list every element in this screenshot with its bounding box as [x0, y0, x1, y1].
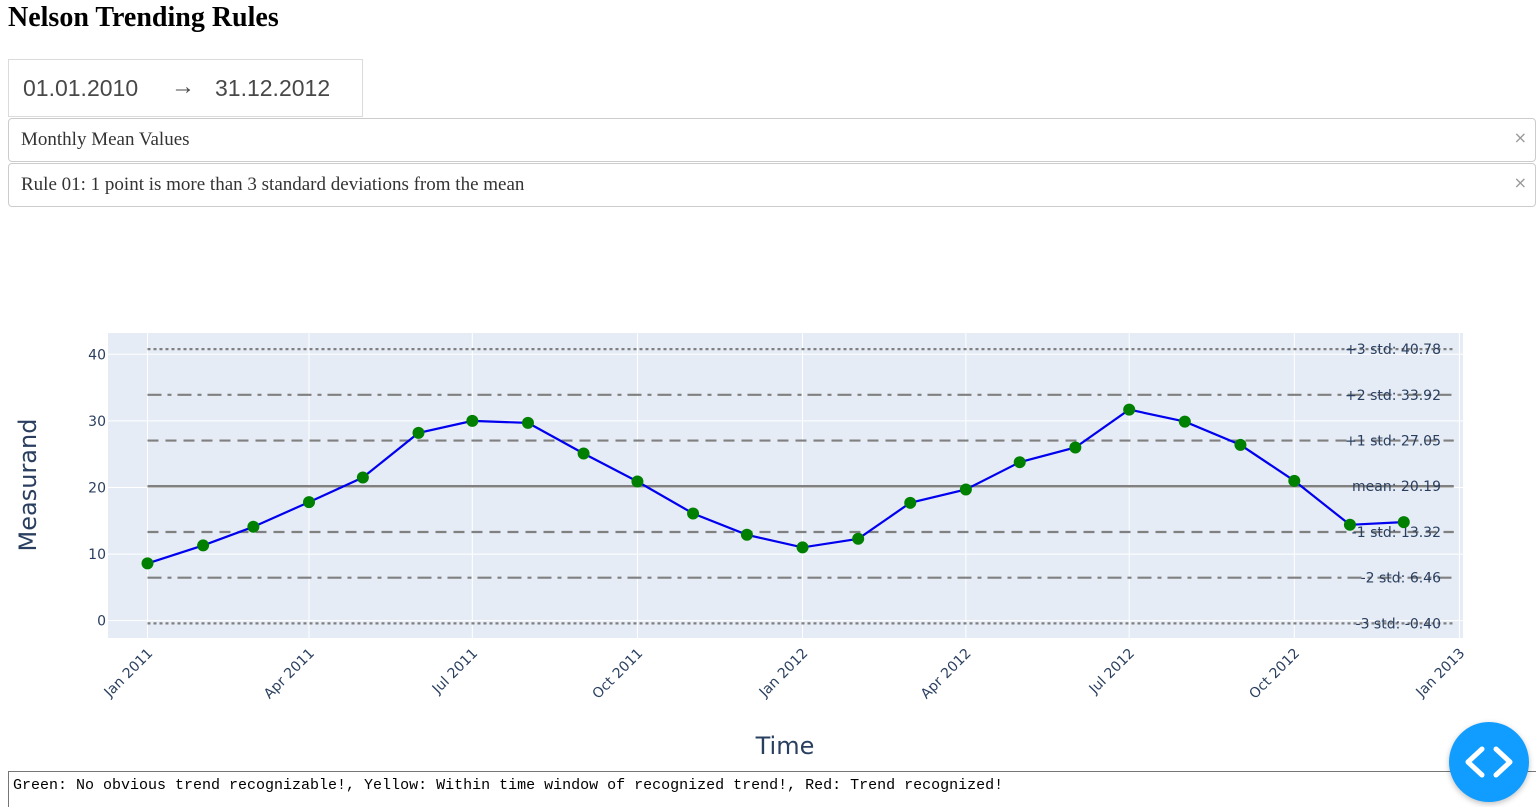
clear-measure-icon[interactable]: ×: [1514, 128, 1527, 147]
data-point[interactable]: [904, 496, 917, 509]
status-legend-text: Green: No obvious trend recognizable!, Y…: [8, 771, 1536, 807]
y-tick-label: 40: [88, 347, 106, 363]
trend-chart: +3 std: 40.78 +2 std: 33.92 +1 std: 27.05 m…: [14, 333, 1469, 760]
clear-rule-icon[interactable]: ×: [1514, 173, 1527, 192]
x-tick-label: Jan 2012: [756, 646, 812, 702]
rule-dropdown[interactable]: Rule 01: 1 point is more than 3 standard…: [8, 163, 1536, 207]
y-tick-label: 30: [88, 414, 106, 430]
reference-line-label: +2 std: 33.92: [1345, 388, 1441, 404]
reference-line-label: -3 std: -0.40: [1356, 616, 1441, 632]
x-tick-label: Jul 2012: [1086, 646, 1138, 698]
code-brackets-icon: [1465, 746, 1513, 778]
data-point[interactable]: [1013, 456, 1026, 469]
data-point[interactable]: [1397, 516, 1410, 529]
rule-dropdown-value: Rule 01: 1 point is more than 3 standard…: [21, 174, 525, 195]
arrow-right-icon: →: [171, 73, 195, 100]
measure-dropdown[interactable]: Monthly Mean Values ×: [8, 118, 1536, 162]
data-point[interactable]: [412, 426, 425, 439]
x-tick-label: Apr 2011: [261, 646, 318, 703]
data-point[interactable]: [1069, 441, 1082, 454]
data-point[interactable]: [466, 414, 479, 427]
data-point[interactable]: [1288, 474, 1301, 487]
y-axis-label: Measurand: [14, 419, 42, 552]
reference-line-label: +1 std: 27.05: [1345, 434, 1441, 450]
reference-line-label: -2 std: 6.46: [1361, 571, 1442, 587]
data-point[interactable]: [247, 520, 260, 533]
data-point[interactable]: [1234, 438, 1247, 451]
data-point[interactable]: [521, 416, 534, 429]
data-point[interactable]: [1123, 403, 1136, 416]
x-tick-label: Apr 2012: [918, 646, 975, 703]
x-axis-ticks: Jan 2011 Apr 2011 Jul 2011 Oct 2011 Jan 2012…: [101, 646, 1469, 703]
data-point[interactable]: [796, 541, 809, 554]
x-axis-label: Time: [755, 732, 815, 760]
x-tick-label: Jan 2011: [101, 646, 157, 702]
page-title: Nelson Trending Rules: [8, 2, 279, 33]
debug-menu-button[interactable]: [1449, 722, 1529, 802]
reference-line-label: -1 std: 13.32: [1352, 525, 1441, 541]
data-point[interactable]: [631, 475, 644, 488]
y-axis-ticks: 0 10 20 30 40: [88, 347, 106, 629]
data-point[interactable]: [1178, 415, 1191, 428]
start-date-input[interactable]: 01.01.2010: [23, 75, 138, 102]
date-range-picker[interactable]: 01.01.2010 → 31.12.2012: [8, 59, 363, 117]
reference-line-label: +3 std: 40.78: [1345, 342, 1441, 358]
x-tick-label: Oct 2012: [1246, 646, 1303, 703]
x-tick-label: Oct 2011: [589, 646, 646, 703]
data-point[interactable]: [303, 496, 316, 509]
data-point[interactable]: [356, 471, 369, 484]
data-point[interactable]: [959, 483, 972, 496]
data-point[interactable]: [197, 539, 210, 552]
reference-line-label: mean: 20.19: [1352, 479, 1441, 495]
x-tick-label: Jul 2011: [429, 646, 481, 698]
x-tick-label: Jan 2013: [1413, 646, 1469, 702]
data-point[interactable]: [852, 532, 865, 545]
y-tick-label: 0: [97, 614, 106, 630]
end-date-input[interactable]: 31.12.2012: [215, 75, 330, 102]
data-point[interactable]: [1343, 518, 1356, 531]
y-tick-label: 20: [88, 480, 106, 496]
data-point[interactable]: [687, 507, 700, 520]
data-point[interactable]: [740, 528, 753, 541]
y-tick-label: 10: [88, 547, 106, 563]
measure-dropdown-value: Monthly Mean Values: [21, 129, 190, 150]
data-point[interactable]: [141, 557, 154, 570]
data-point[interactable]: [577, 447, 590, 460]
